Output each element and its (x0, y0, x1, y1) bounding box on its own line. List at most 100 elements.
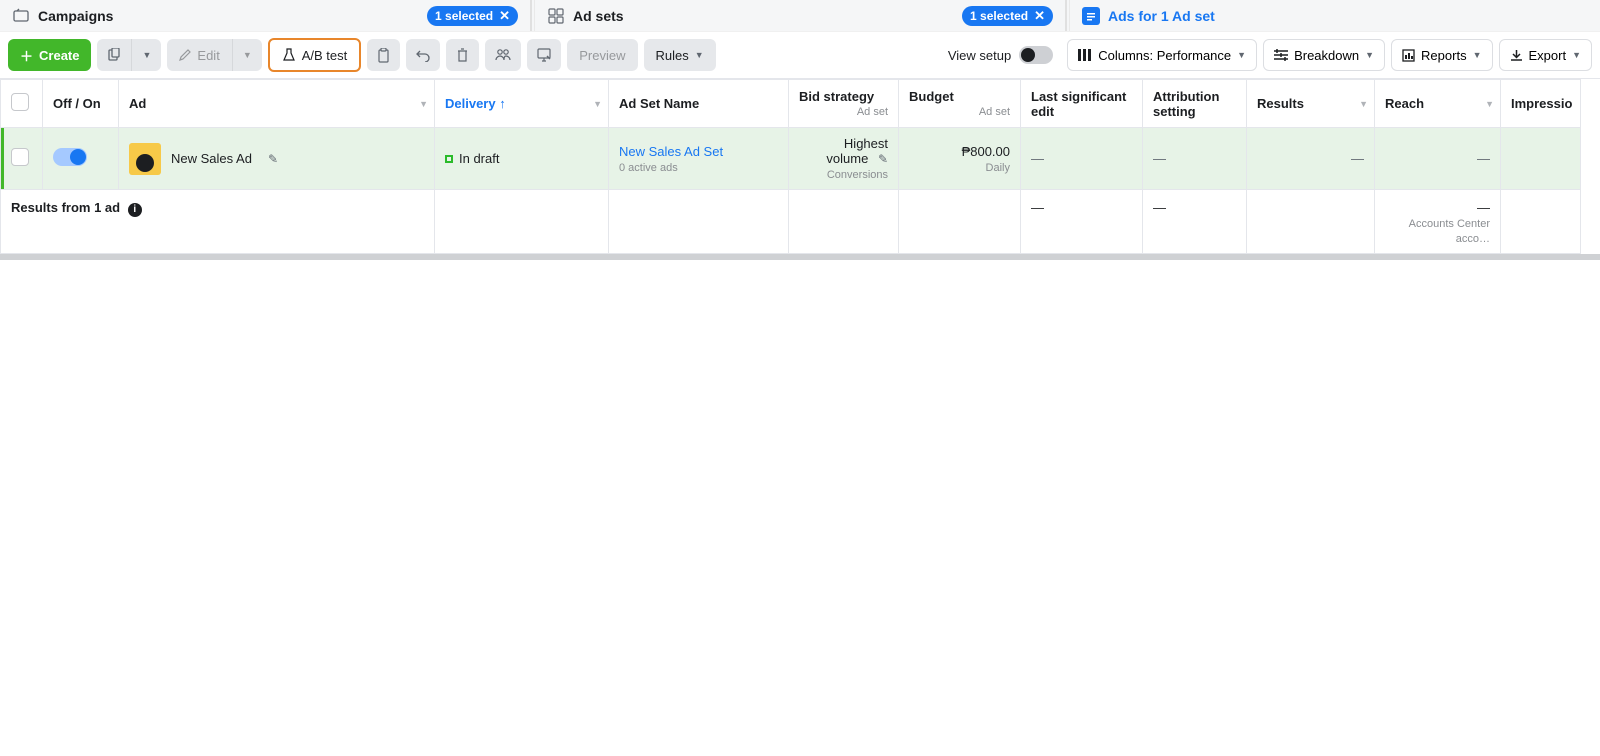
row-delivery-cell: In draft (435, 128, 609, 190)
export-mini-button[interactable] (527, 39, 561, 71)
reports-button[interactable]: Reports ▼ (1391, 39, 1492, 71)
columns-label: Columns: Performance (1098, 48, 1231, 63)
summary-lastedit-cell: — (1021, 190, 1143, 254)
columns-icon (1078, 49, 1092, 61)
header-delivery-label: Delivery (445, 96, 496, 111)
results-text: — (1351, 151, 1364, 166)
header-attribution[interactable]: Attribution setting (1143, 80, 1247, 128)
export-label: Export (1529, 48, 1567, 63)
tab-adsets-label: Ad sets (573, 8, 624, 24)
header-impressions-label: Impressio (1511, 96, 1572, 111)
duplicate-button[interactable] (97, 39, 131, 71)
undo-icon (416, 48, 430, 62)
folder-icon (12, 7, 30, 25)
header-budget-sub: Ad set (909, 106, 1010, 118)
table-row[interactable]: New Sales Ad ✎ In draft New Sales Ad Set… (1, 128, 1581, 190)
summary-lastedit-text: — (1031, 200, 1044, 215)
pencil-icon[interactable]: ✎ (268, 152, 278, 166)
edit-dropdown[interactable]: ▼ (232, 39, 262, 71)
chevron-down-icon: ▼ (1572, 50, 1581, 60)
pencil-icon[interactable]: ✎ (878, 152, 888, 166)
abtest-label: A/B test (302, 48, 348, 63)
header-onoff-label: Off / On (53, 96, 101, 111)
header-budget[interactable]: BudgetAd set (899, 80, 1021, 128)
tab-campaigns[interactable]: Campaigns 1 selected ✕ (0, 0, 531, 31)
abtest-button[interactable]: A/B test (268, 38, 362, 72)
reach-text: — (1477, 151, 1490, 166)
chevron-down-icon: ▼ (593, 99, 602, 109)
chevron-down-icon: ▼ (419, 99, 428, 109)
summary-reach-sub: Accounts Center acco… (1409, 218, 1490, 245)
rules-button[interactable]: Rules ▼ (644, 39, 716, 71)
tab-campaigns-label: Campaigns (38, 8, 113, 24)
header-impressions[interactable]: Impressio (1501, 80, 1581, 128)
header-bid[interactable]: Bid strategy Ad set (789, 80, 899, 128)
table-header-row: Off / On Ad▼ Delivery ↑▼ Ad Set Name Bid… (1, 80, 1581, 128)
header-bid-label: Bid strategy (799, 89, 874, 104)
breakdown-button[interactable]: Breakdown ▼ (1263, 39, 1385, 71)
row-checkbox-cell[interactable] (1, 128, 43, 190)
view-setup-toggle[interactable]: View setup (948, 46, 1061, 64)
delivery-text: In draft (459, 151, 499, 166)
summary-attribution-cell: — (1143, 190, 1247, 254)
summary-bid-cell (789, 190, 899, 254)
header-reach[interactable]: Reach ▼ (1375, 80, 1501, 128)
header-adset[interactable]: Ad Set Name (609, 80, 789, 128)
preview-button[interactable]: Preview (567, 39, 637, 71)
header-reach-label: Reach (1385, 96, 1424, 111)
info-icon[interactable]: i (128, 203, 142, 217)
duplicate-group: ▼ (97, 39, 161, 71)
adset-link[interactable]: New Sales Ad Set (619, 144, 723, 159)
edit-button[interactable]: Edit (167, 39, 231, 71)
campaigns-selected-badge[interactable]: 1 selected ✕ (427, 6, 518, 26)
flask-icon (282, 48, 296, 62)
columns-button[interactable]: Columns: Performance ▼ (1067, 39, 1257, 71)
header-results[interactable]: Results▼ (1247, 80, 1375, 128)
chevron-down-icon: ▼ (695, 50, 704, 60)
grid-icon (547, 7, 565, 25)
tab-adsets[interactable]: Ad sets 1 selected ✕ (535, 0, 1066, 31)
export-button[interactable]: Export ▼ (1499, 39, 1593, 71)
row-toggle-cell[interactable] (43, 128, 119, 190)
top-tabs: Campaigns 1 selected ✕ Ad sets 1 selecte… (0, 0, 1600, 32)
copy-button[interactable] (367, 39, 400, 71)
adsets-selected-badge[interactable]: 1 selected ✕ (962, 6, 1053, 26)
undo-button[interactable] (406, 39, 440, 71)
header-onoff[interactable]: Off / On (43, 80, 119, 128)
header-lastedit[interactable]: Last significant edit (1021, 80, 1143, 128)
toggle-on-icon (53, 148, 87, 166)
status-draft-icon (445, 155, 453, 163)
close-icon[interactable]: ✕ (499, 8, 510, 24)
row-impressions-cell (1501, 128, 1581, 190)
row-results-cell: — (1247, 128, 1375, 190)
edit-group: Edit ▼ (167, 39, 261, 71)
preview-label: Preview (579, 48, 625, 63)
row-ad-cell[interactable]: New Sales Ad ✎ (119, 128, 435, 190)
tab-ads[interactable]: Ads for 1 Ad set (1070, 0, 1600, 31)
summary-delivery-cell (435, 190, 609, 254)
chevron-down-icon: ▼ (243, 50, 252, 60)
close-icon[interactable]: ✕ (1034, 8, 1045, 24)
download-icon (1510, 49, 1523, 62)
header-checkbox[interactable] (1, 80, 43, 128)
summary-reach-cell: —Accounts Center acco… (1375, 190, 1501, 254)
header-bid-sub: Ad set (799, 106, 888, 118)
chevron-down-icon: ▼ (1359, 99, 1368, 109)
create-button[interactable]: ＋ Create (8, 39, 91, 71)
row-adset-cell[interactable]: New Sales Ad Set0 active ads (609, 128, 789, 190)
breakdown-icon (1274, 49, 1288, 61)
tab-ads-label: Ads for 1 Ad set (1108, 8, 1215, 24)
chevron-down-icon: ▼ (142, 50, 151, 60)
assign-button[interactable] (485, 39, 521, 71)
row-reach-cell: — (1375, 128, 1501, 190)
header-lastedit-label: Last significant edit (1031, 89, 1126, 119)
people-icon (495, 49, 511, 61)
delete-button[interactable] (446, 39, 479, 71)
duplicate-dropdown[interactable]: ▼ (131, 39, 161, 71)
chevron-down-icon: ▼ (1237, 50, 1246, 60)
header-delivery[interactable]: Delivery ↑▼ (435, 80, 609, 128)
summary-adset-cell (609, 190, 789, 254)
checkbox-icon (11, 148, 29, 166)
chevron-down-icon: ▼ (1485, 99, 1494, 109)
header-ad[interactable]: Ad▼ (119, 80, 435, 128)
